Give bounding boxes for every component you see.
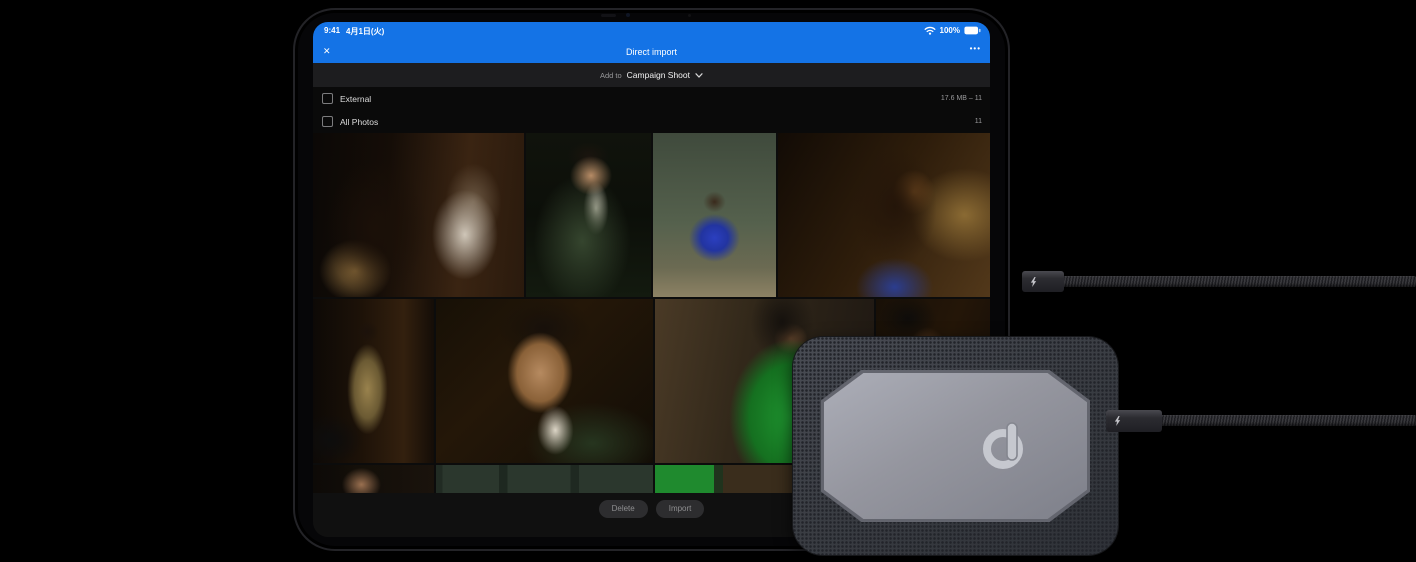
photo-thumbnail-r2c2[interactable]	[436, 299, 653, 463]
photo-thumbnail-r3c1[interactable]	[313, 465, 434, 493]
cable-connector-ipad	[1022, 271, 1064, 292]
thunderbolt-cable-to-drive	[1158, 415, 1416, 426]
photo-thumbnail-r3c2[interactable]	[436, 465, 653, 493]
thunderbolt-cable-to-ipad	[1062, 276, 1416, 287]
status-bar-right: 100%	[924, 26, 981, 35]
thunderbolt-icon	[1114, 416, 1121, 426]
page-title: Direct import	[313, 47, 990, 57]
source-row-all-photos[interactable]: All Photos 11	[313, 110, 990, 133]
battery-full-icon	[964, 26, 981, 35]
source-label: External	[340, 94, 371, 104]
front-camera-icon	[626, 13, 630, 17]
battery-percent: 100%	[940, 26, 960, 35]
photo-thumbnail-r1c4[interactable]	[778, 133, 990, 297]
source-meta: 17.6 MB – 11	[941, 95, 982, 102]
import-button[interactable]: Import	[656, 500, 705, 518]
delete-button[interactable]: Delete	[599, 500, 648, 518]
photo-thumbnail-r1c1[interactable]	[313, 133, 524, 297]
photo-thumbnail-r1c3[interactable]	[653, 133, 776, 297]
thunderbolt-icon	[1030, 277, 1037, 287]
album-selector[interactable]: Campaign Shoot	[627, 70, 690, 80]
status-time: 9:41	[324, 26, 340, 37]
app-header: 9:41 4月1日(火) 100% ✕ Direct import •••	[313, 22, 990, 63]
front-camera-pill	[601, 14, 616, 17]
import-source-list: External 17.6 MB – 11 All Photos 11	[313, 87, 990, 133]
g-logo	[979, 421, 1031, 473]
chevron-down-icon[interactable]	[695, 73, 703, 78]
source-row-external[interactable]: External 17.6 MB – 11	[313, 87, 990, 110]
status-bar-left: 9:41 4月1日(火)	[324, 26, 384, 37]
photo-thumbnail-r1c2[interactable]	[526, 133, 651, 297]
checkbox-external[interactable]	[322, 93, 333, 104]
more-options-icon[interactable]: •••	[970, 44, 981, 53]
photo-grid-row-1	[313, 133, 990, 297]
add-to-label: Add to	[600, 71, 622, 80]
source-label: All Photos	[340, 117, 378, 127]
cable-connector-drive	[1106, 410, 1162, 432]
ambient-sensor-icon	[688, 14, 691, 17]
external-ssd-drive	[793, 337, 1118, 555]
drive-metal-panel	[824, 373, 1087, 519]
wifi-icon	[924, 26, 936, 35]
checkbox-all-photos[interactable]	[322, 116, 333, 127]
status-date: 4月1日(火)	[346, 26, 384, 37]
add-to-bar: Add to Campaign Shoot	[313, 63, 990, 87]
photo-thumbnail-r2c1[interactable]	[313, 299, 434, 463]
source-meta: 11	[975, 118, 982, 125]
